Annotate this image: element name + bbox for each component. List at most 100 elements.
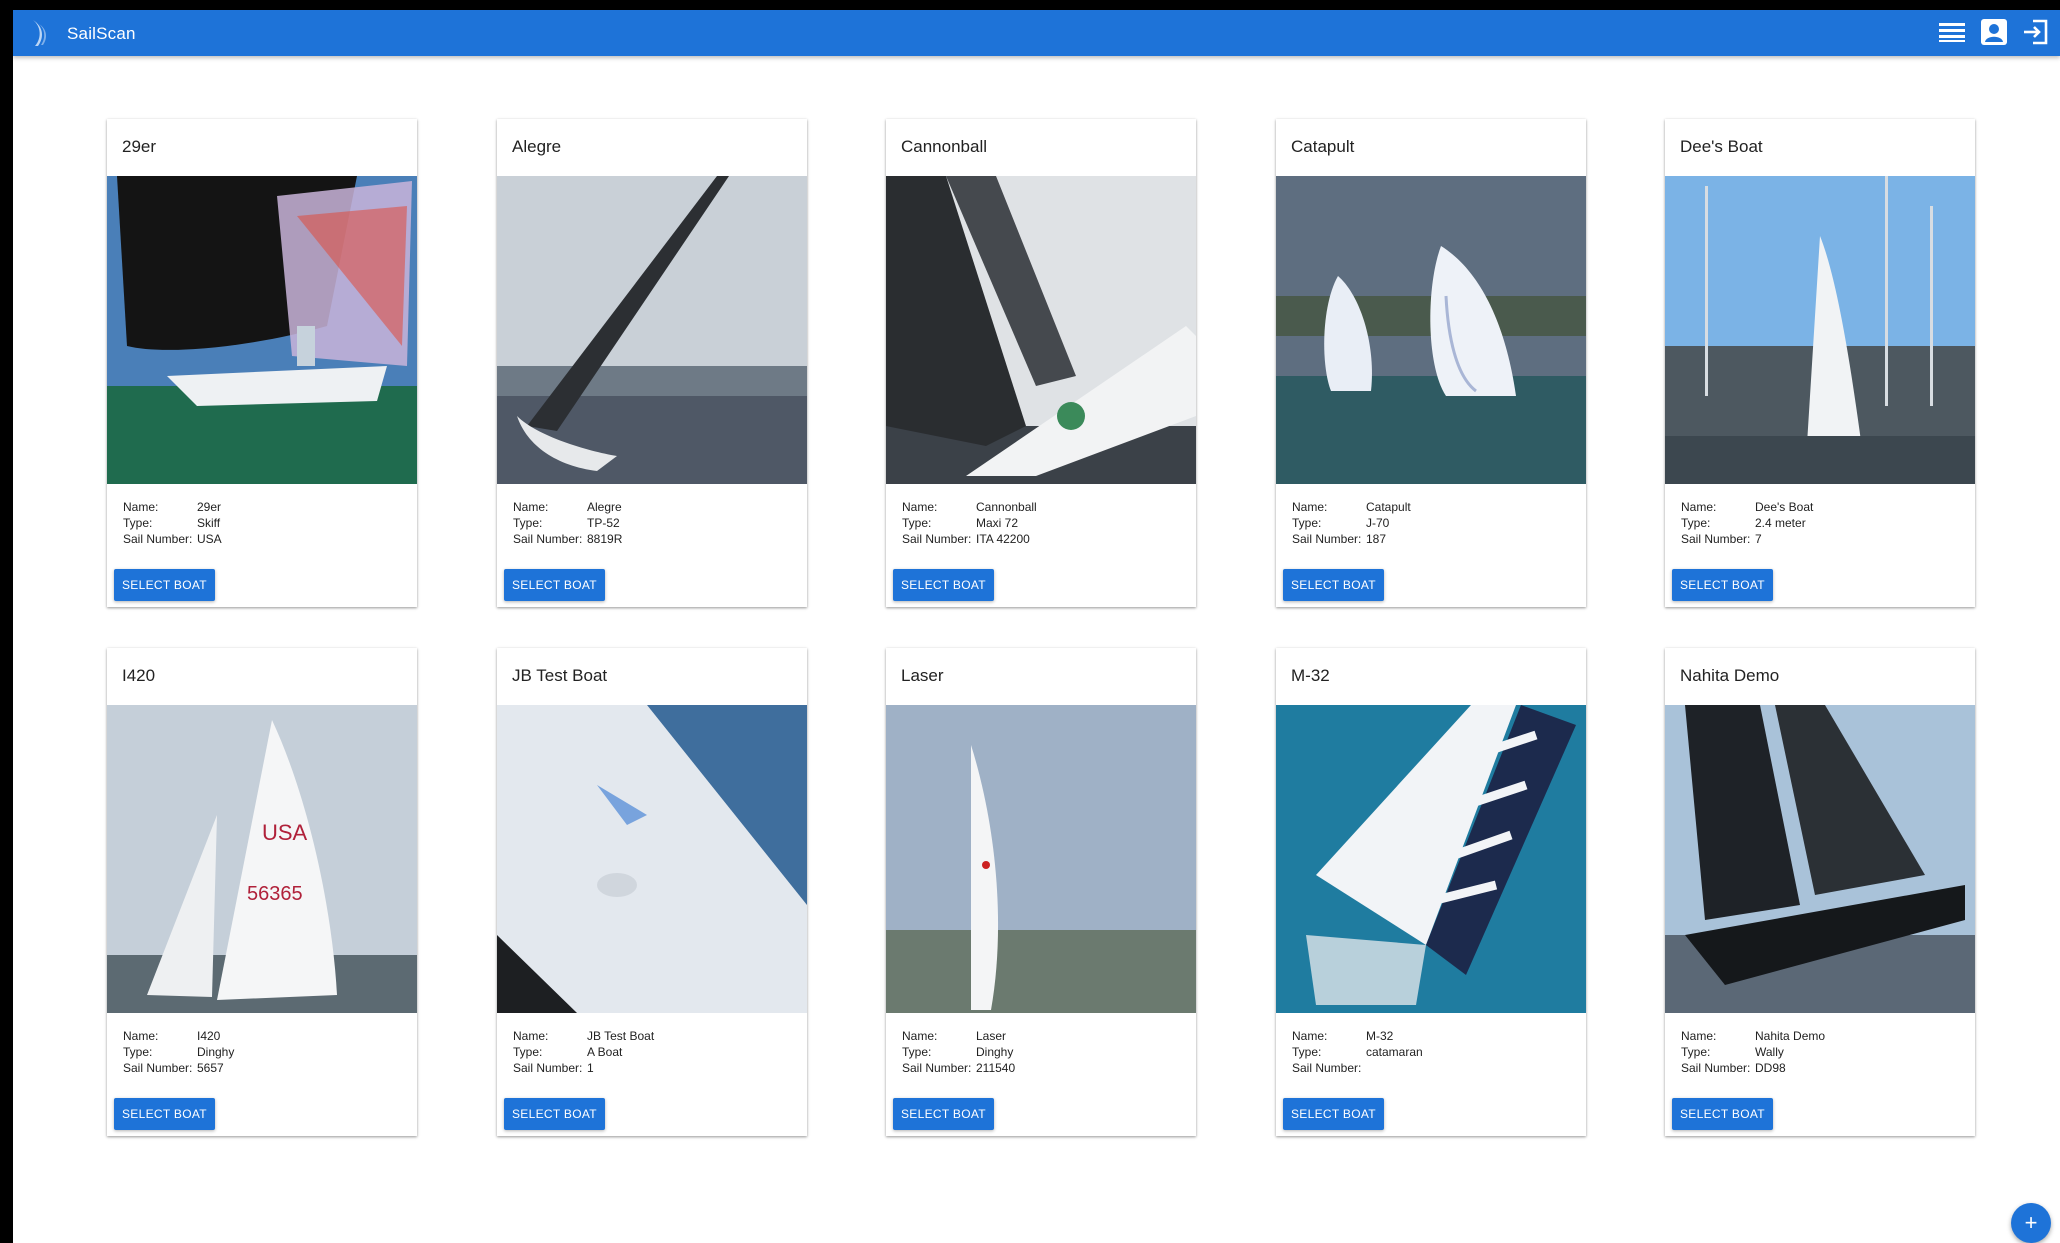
type-value: J-70	[1366, 516, 1390, 530]
name-label: Name:	[902, 1029, 938, 1043]
name-value: Dee's Boat	[1755, 500, 1814, 514]
boat-card: Alegre Name: Alegre Type: TP-52 Sail Numbe…	[497, 119, 807, 607]
name-label: Name:	[902, 500, 938, 514]
name-value: M-32	[1366, 1029, 1394, 1043]
type-label: Type:	[1681, 516, 1711, 530]
boat-details: Name: M-32 Type: catamaran Sail Number:	[1292, 1028, 1423, 1076]
dark-yacht-photo	[1665, 705, 1975, 1013]
boat-card: Nahita Demo Name: Nahita Demo Type: Wally …	[1665, 648, 1975, 1136]
boat-card: Cannonball Name: Cannonball Type: Maxi 72 …	[886, 119, 1196, 607]
name-value: 29er	[197, 500, 222, 514]
type-label: Type:	[1292, 1045, 1322, 1059]
sail-number-label: Sail Number:	[123, 532, 193, 546]
boat-card: JB Test Boat Name: JB Test Boat Type: A Bo…	[497, 648, 807, 1136]
dinghy-sail-photo: USA 56365	[107, 705, 417, 1013]
boat-card: I420 USA 56365 Name: I420 Type: Dinghy Sai…	[107, 648, 417, 1136]
select-boat-button[interactable]: SELECT BOAT	[504, 1098, 605, 1130]
boat-card: M-32 Name: M-32 Type: catamaran Sail Numbe…	[1276, 648, 1586, 1136]
app-title: SailScan	[67, 24, 136, 43]
boat-details: Name: Nahita Demo Type: Wally Sail Number:…	[1681, 1028, 1825, 1076]
name-label: Name:	[123, 1029, 159, 1043]
select-boat-button[interactable]: SELECT BOAT	[1672, 569, 1773, 601]
name-value: JB Test Boat	[587, 1029, 655, 1043]
name-label: Name:	[1681, 500, 1717, 514]
sail-number-label: Sail Number:	[902, 1061, 972, 1075]
name-value: Laser	[976, 1029, 1007, 1043]
type-value: catamaran	[1366, 1045, 1423, 1059]
sail-number-label: Sail Number:	[1681, 532, 1751, 546]
sail-closeup-photo	[497, 705, 807, 1013]
boat-details: Name: Laser Type: Dinghy Sail Number: 21154…	[902, 1028, 1015, 1076]
type-label: Type:	[902, 1045, 932, 1059]
spinnaker-skiff-photo	[107, 176, 417, 484]
boat-card-title: JB Test Boat	[512, 666, 608, 685]
name-value: Catapult	[1366, 500, 1411, 514]
sail-number-value: 8819R	[587, 532, 623, 546]
boat-details: Name: JB Test Boat Type: A Boat Sail Numbe…	[513, 1028, 654, 1076]
boat-card-title: Laser	[901, 666, 944, 685]
type-value: TP-52	[587, 516, 620, 530]
select-boat-button[interactable]: SELECT BOAT	[504, 569, 605, 601]
name-label: Name:	[1681, 1029, 1717, 1043]
boat-card: 29er Name: 29er Type: Skiff Sail Number: US…	[107, 119, 417, 607]
type-label: Type:	[1681, 1045, 1711, 1059]
name-value: I420	[197, 1029, 221, 1043]
boat-details: Name: I420 Type: Dinghy Sail Number: 5657	[123, 1028, 234, 1076]
type-value: Wally	[1755, 1045, 1784, 1059]
name-value: Nahita Demo	[1755, 1029, 1826, 1043]
select-boat-button[interactable]: SELECT BOAT	[114, 1098, 215, 1130]
select-boat-button[interactable]: SELECT BOAT	[893, 1098, 994, 1130]
name-label: Name:	[1292, 500, 1328, 514]
maxi-bow-photo	[886, 176, 1196, 484]
svg-text:USA: USA	[262, 820, 308, 845]
sail-number-value: 5657	[197, 1061, 224, 1075]
marina-sailboat-photo	[1665, 176, 1975, 484]
name-label: Name:	[513, 1029, 549, 1043]
type-label: Type:	[513, 1045, 543, 1059]
boat-card-title: M-32	[1291, 666, 1330, 685]
boat-details: Name: Cannonball Type: Maxi 72 Sail Number…	[902, 499, 1037, 547]
sail-number-label: Sail Number:	[902, 532, 972, 546]
sail-number-value: USA	[197, 532, 222, 546]
name-value: Alegre	[587, 500, 622, 514]
app-bar: SailScan	[13, 10, 2060, 56]
laser-dinghy-photo	[886, 705, 1196, 1013]
sail-number-value: 1	[587, 1061, 594, 1075]
type-value: Dinghy	[976, 1045, 1014, 1059]
heeling-yacht-photo	[497, 176, 807, 484]
select-boat-button[interactable]: SELECT BOAT	[893, 569, 994, 601]
boat-card-title: Cannonball	[901, 137, 988, 156]
sail-number-label: Sail Number:	[123, 1061, 193, 1075]
sail-number-label: Sail Number:	[513, 532, 583, 546]
type-value: A Boat	[587, 1045, 623, 1059]
sail-number-label: Sail Number:	[1292, 1061, 1362, 1075]
sail-number-value: 211540	[976, 1061, 1016, 1075]
add-boat-button[interactable]: +	[2011, 1203, 2051, 1243]
select-boat-button[interactable]: SELECT BOAT	[1283, 569, 1384, 601]
boat-card-title: I420	[122, 666, 156, 685]
boat-card-title: Dee's Boat	[1680, 137, 1763, 156]
select-boat-button[interactable]: SELECT BOAT	[1672, 1098, 1773, 1130]
sail-number-value: 7	[1755, 532, 1762, 546]
name-value: Cannonball	[976, 500, 1037, 514]
boat-card: Dee's Boat Name: Dee's Boat Type: 2.4 mete…	[1665, 119, 1975, 607]
svg-text:56365: 56365	[247, 883, 303, 905]
type-value: Maxi 72	[976, 516, 1019, 530]
boat-card: Laser Name: Laser Type: Dinghy Sail Number…	[886, 648, 1196, 1136]
type-label: Type:	[123, 516, 153, 530]
select-boat-button[interactable]: SELECT BOAT	[1283, 1098, 1384, 1130]
catamaran-aerial-photo	[1276, 705, 1586, 1013]
select-boat-button[interactable]: SELECT BOAT	[114, 569, 215, 601]
boat-card: Catapult Name: Catapult Type: J-70 Sail Nu…	[1276, 119, 1586, 607]
type-value: Dinghy	[197, 1045, 235, 1059]
app-window: SailScan 29er Name: 29er Type: Skiff Sai…	[13, 10, 2060, 1243]
name-label: Name:	[513, 500, 549, 514]
logout-icon[interactable]	[2020, 16, 2052, 48]
account-icon[interactable]	[1978, 16, 2010, 48]
type-label: Type:	[513, 516, 543, 530]
sail-number-label: Sail Number:	[1681, 1061, 1751, 1075]
type-value: 2.4 meter	[1755, 516, 1806, 530]
two-sailboats-photo	[1276, 176, 1586, 484]
menu-icon[interactable]	[1936, 16, 1968, 48]
sail-number-value: DD98	[1755, 1061, 1786, 1075]
